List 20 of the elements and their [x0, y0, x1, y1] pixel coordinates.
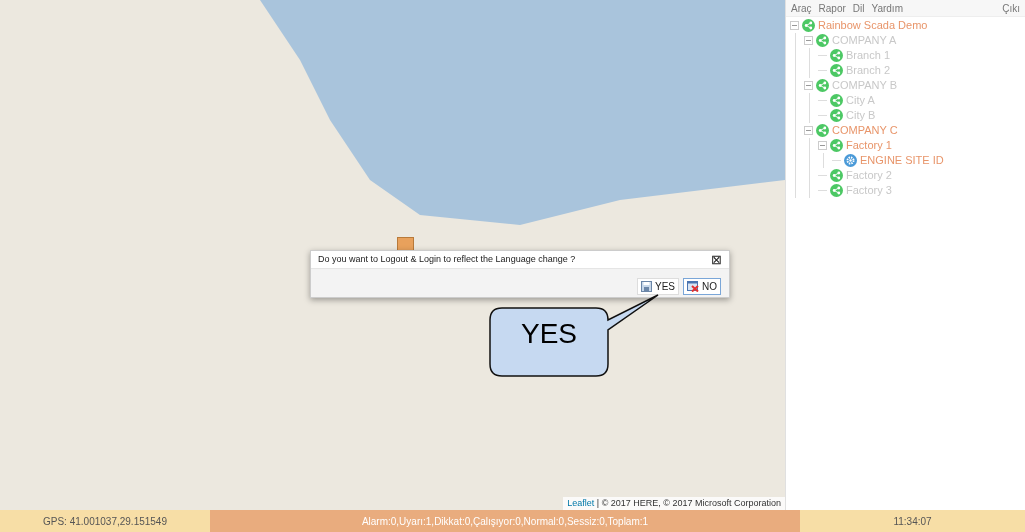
alarm-summary: Alarm:0,Uyarı:1,Dikkat:0,Çalışıyor:0,Normal:0,Sessiz:0,Toplam:1 [210, 510, 800, 532]
menu-item[interactable]: Yardım [871, 0, 903, 16]
menu-item[interactable]: Rapor [818, 0, 846, 16]
clock-time: 11:34:07 [800, 510, 1025, 532]
yes-button[interactable]: YES [637, 278, 679, 295]
tree-item[interactable]: COMPANY C [832, 122, 898, 139]
tree-item[interactable]: Rainbow Scada Demo [818, 17, 928, 34]
leaflet-link[interactable]: Leaflet [567, 497, 595, 508]
menu-item[interactable]: Dil [852, 0, 865, 16]
no-button[interactable]: NO [683, 278, 721, 295]
map-placeholder[interactable]: Leaflet | © 2017 HERE, © 2017 Microsoft Corporation Do you want to Logout & Login to reflect the Language change ? ⊠ YES NO YES [0, 0, 785, 510]
tree-item[interactable]: Factory 1 [846, 137, 892, 154]
dialog-message: Do you want to Logout & Login to reflect the Language change ? [318, 252, 576, 266]
callout-text: YES [520, 318, 578, 350]
tree-item[interactable]: ENGINE SITE ID [860, 152, 944, 169]
gps-status: GPS: 41.001037,29.151549 [0, 510, 210, 532]
menu-item[interactable]: Araç [791, 0, 812, 16]
close-button[interactable]: ⊠ [711, 253, 722, 266]
logout-link[interactable]: Çıkı [1002, 0, 1020, 16]
map-attribution: | © 2017 HERE, © 2017 Microsoft Corporation [595, 497, 781, 508]
